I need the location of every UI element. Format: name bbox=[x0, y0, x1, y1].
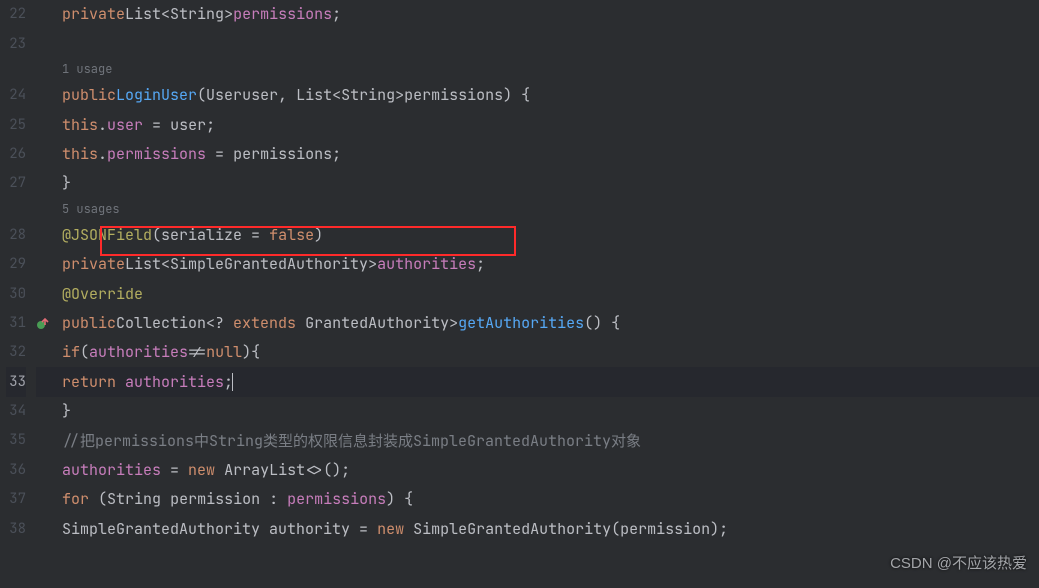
line-number: 25 bbox=[6, 110, 26, 139]
code-line[interactable]: for (String permission : permissions) { bbox=[62, 485, 1039, 514]
watermark-text: CSDN @不应该热爱 bbox=[890, 550, 1027, 579]
code-line[interactable]: private List<String> permissions; bbox=[62, 0, 1039, 29]
code-line[interactable]: public LoginUser(User user, List<String>… bbox=[62, 81, 1039, 110]
line-number: 28 bbox=[6, 220, 26, 249]
line-number: 22 bbox=[6, 0, 26, 29]
override-up-icon[interactable] bbox=[36, 316, 50, 330]
code-line[interactable]: //把permissions中String类型的权限信息封装成SimpleGra… bbox=[62, 426, 1039, 455]
line-number: 35 bbox=[6, 426, 26, 455]
code-line[interactable]: @Override bbox=[62, 279, 1039, 308]
gutter-icons bbox=[36, 0, 58, 588]
code-content[interactable]: private List<String> permissions; 1 usag… bbox=[58, 0, 1039, 588]
line-number: 31 bbox=[6, 309, 26, 338]
code-editor[interactable]: 22 23 24 25 26 27 28 29 30 31 32 33 34 3… bbox=[0, 0, 1039, 588]
code-line[interactable] bbox=[62, 29, 1039, 58]
line-number: 27 bbox=[6, 169, 26, 198]
line-number: 36 bbox=[6, 455, 26, 484]
code-line[interactable]: if(authorities!=null){ bbox=[62, 338, 1039, 367]
code-line-current[interactable]: return authorities; bbox=[62, 367, 1039, 396]
text-cursor bbox=[232, 373, 233, 391]
code-line[interactable]: this.user = user; bbox=[62, 110, 1039, 139]
line-number: 34 bbox=[6, 397, 26, 426]
code-line[interactable]: public Collection<? extends GrantedAutho… bbox=[62, 309, 1039, 338]
line-number: 37 bbox=[6, 485, 26, 514]
line-number-gutter: 22 23 24 25 26 27 28 29 30 31 32 33 34 3… bbox=[0, 0, 36, 588]
line-number: 30 bbox=[6, 279, 26, 308]
line-number: 23 bbox=[6, 29, 26, 58]
usage-hint[interactable]: 1 usage bbox=[62, 59, 1039, 81]
code-line[interactable]: private List<SimpleGrantedAuthority> aut… bbox=[62, 250, 1039, 279]
code-line[interactable]: SimpleGrantedAuthority authority = new S… bbox=[62, 514, 1039, 543]
usage-hint[interactable]: 5 usages bbox=[62, 198, 1039, 220]
line-number: 33 bbox=[6, 367, 26, 396]
line-number bbox=[6, 59, 26, 81]
line-number bbox=[6, 198, 26, 220]
code-line[interactable]: @JSONField(serialize = false) bbox=[62, 220, 1039, 249]
line-number: 24 bbox=[6, 81, 26, 110]
code-line[interactable]: } bbox=[62, 169, 1039, 198]
line-number: 29 bbox=[6, 250, 26, 279]
code-line[interactable]: authorities = new ArrayList<>(); bbox=[62, 455, 1039, 484]
line-number: 26 bbox=[6, 140, 26, 169]
line-number: 32 bbox=[6, 338, 26, 367]
code-line[interactable]: } bbox=[62, 397, 1039, 426]
line-number: 38 bbox=[6, 514, 26, 543]
code-line[interactable]: this.permissions = permissions; bbox=[62, 140, 1039, 169]
